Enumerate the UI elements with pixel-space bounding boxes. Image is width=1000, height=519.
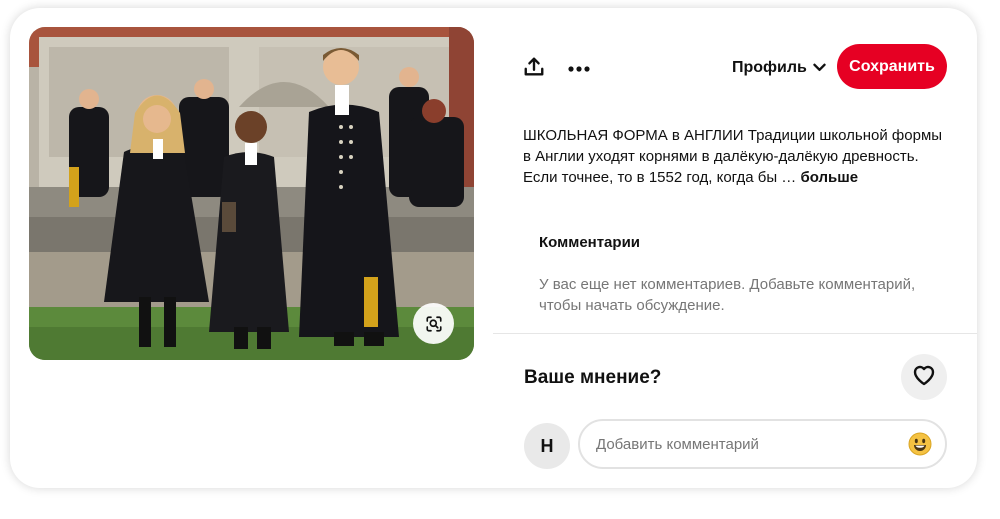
like-button[interactable]: [901, 354, 947, 400]
more-icon: [568, 60, 590, 78]
more-options-button[interactable]: [563, 53, 595, 85]
pin-description: ШКОЛЬНАЯ ФОРМА в АНГЛИИ Традиции школьно…: [523, 125, 953, 188]
opinion-title: Ваше мнение?: [524, 367, 662, 388]
comment-input-container: [578, 419, 947, 469]
profile-dropdown-label: Профиль: [732, 59, 807, 76]
heart-icon: [912, 364, 936, 391]
share-icon: [523, 56, 545, 83]
comments-heading[interactable]: Комментарии: [539, 234, 640, 251]
description-ellipsis: …: [781, 169, 797, 186]
comment-input[interactable]: [596, 435, 907, 453]
visual-search-icon: [425, 315, 443, 333]
profile-dropdown[interactable]: Профиль: [732, 55, 826, 81]
pin-photo: [29, 27, 474, 360]
comments-empty-message: У вас еще нет комментариев. Добавьте ком…: [539, 276, 916, 314]
smiley-emoji-icon[interactable]: [907, 431, 933, 457]
more-link[interactable]: больше: [800, 169, 858, 186]
pin-card: Профиль Сохранить ШКОЛЬНАЯ ФОРМА в АНГЛИ…: [10, 8, 977, 488]
avatar[interactable]: Н: [524, 423, 570, 469]
divider: [493, 333, 977, 334]
save-button[interactable]: Сохранить: [837, 44, 947, 89]
share-button[interactable]: [518, 53, 550, 85]
pin-image[interactable]: [29, 27, 474, 360]
chevron-down-icon: [813, 59, 826, 77]
pin-description-text: ШКОЛЬНАЯ ФОРМА в АНГЛИИ Традиции школьно…: [523, 127, 943, 186]
visual-search-button[interactable]: [413, 303, 454, 344]
